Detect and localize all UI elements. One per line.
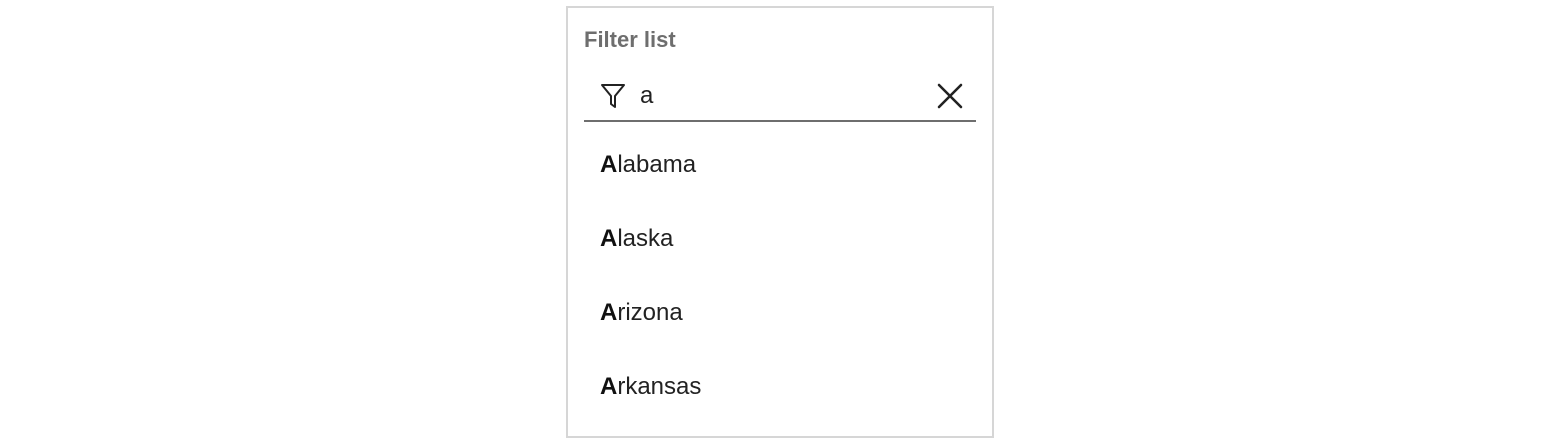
list-item-label: laska	[617, 225, 674, 252]
filter-icon	[600, 82, 626, 110]
filtered-list: Alabama Alaska Arizona Arkansas	[584, 128, 976, 424]
close-icon	[932, 83, 968, 117]
clear-button[interactable]	[932, 78, 968, 114]
match-highlight: A	[600, 299, 618, 326]
list-item-label: rizona	[617, 299, 683, 326]
list-item[interactable]: Alaska	[584, 202, 976, 276]
filter-list-panel: Filter list Alabama Alaska Arizona Arkan…	[566, 6, 994, 438]
list-item[interactable]: Arizona	[584, 276, 976, 350]
match-highlight: A	[600, 151, 618, 178]
list-item-label: rkansas	[617, 373, 702, 400]
filter-list-label: Filter list	[584, 27, 676, 52]
match-highlight: A	[600, 373, 618, 400]
list-item[interactable]: Alabama	[584, 128, 976, 202]
list-item-label: labama	[617, 151, 697, 178]
list-item[interactable]: Arkansas	[584, 350, 976, 424]
search-field[interactable]	[584, 72, 976, 122]
search-input[interactable]	[640, 76, 930, 116]
match-highlight: A	[600, 225, 618, 252]
